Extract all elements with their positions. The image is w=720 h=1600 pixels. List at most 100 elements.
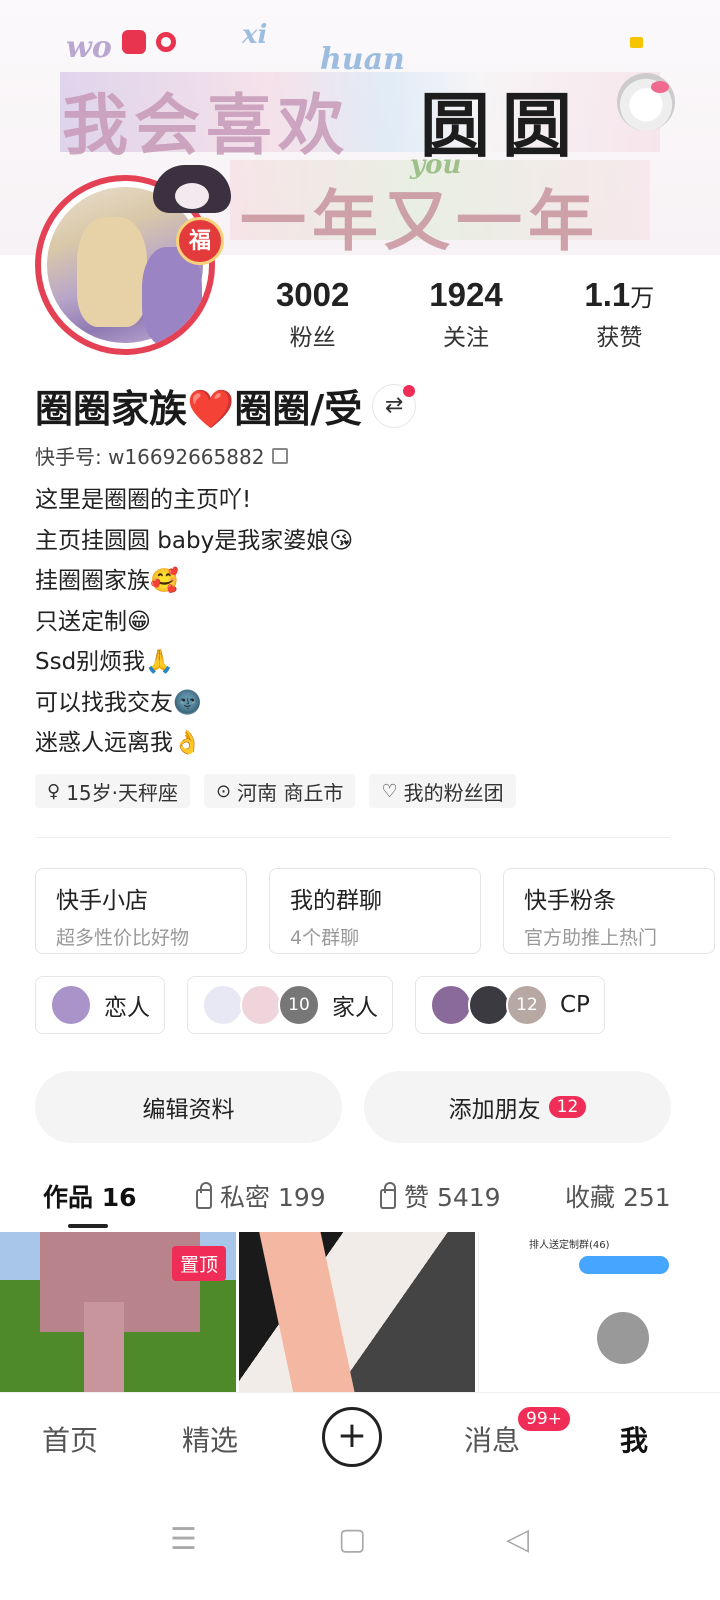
- banner-pinyin-xi: xi: [242, 20, 268, 50]
- relation-cp[interactable]: 12 CP: [415, 976, 605, 1034]
- content-tabs: 作品 16 私密 199 赞 5419 收藏 251: [0, 1168, 720, 1232]
- edit-profile-button[interactable]: 编辑资料: [35, 1071, 342, 1143]
- tag-age-zodiac[interactable]: ♀ 15岁·天秤座: [35, 774, 190, 808]
- profile-bio: 这里是圈圈的主页吖! 主页挂圆圆 baby是我家婆娘😘 挂圈圈家族🥰 只送定制😁…: [35, 480, 353, 764]
- bio-line: 这里是圈圈的主页吖!: [35, 487, 252, 513]
- banner-text-line1: 我会喜欢: [62, 86, 350, 164]
- card-subtitle: 4个群聊: [290, 927, 360, 949]
- work-thumbnail[interactable]: [239, 1232, 475, 1392]
- messages-badge: 99+: [516, 1405, 572, 1433]
- tag-fan-group[interactable]: ♡ 我的粉丝团: [369, 774, 516, 808]
- stat-likes[interactable]: 1.1万 获赞: [549, 276, 689, 352]
- stat-following-label: 关注: [442, 325, 489, 351]
- home-icon[interactable]: ▢: [338, 1522, 366, 1557]
- pinned-badge: 置顶: [171, 1246, 226, 1281]
- tab-indicator: [68, 1224, 108, 1228]
- profile-tags: ♀ 15岁·天秤座 ⊙ 河南 商丘市 ♡ 我的粉丝团: [35, 774, 516, 808]
- create-button[interactable]: +: [322, 1407, 382, 1467]
- gender-icon: ♀: [47, 780, 61, 802]
- battery-icon: [630, 37, 643, 48]
- card-subtitle: 官方助推上热门: [524, 927, 658, 949]
- card-kuaishou-shop[interactable]: 快手小店 超多性价比好物: [35, 868, 247, 954]
- menu-icon[interactable]: ☰: [170, 1522, 197, 1557]
- card-group-chats[interactable]: 我的群聊 4个群聊: [269, 868, 481, 954]
- tab-favorites[interactable]: 收藏 251: [565, 1178, 670, 1214]
- card-title: 快手粉条: [524, 888, 616, 914]
- kuaishou-id-text: 快手号: w16692665882: [35, 445, 265, 469]
- profile-name-row: 圈圈家族❤️圈圈/受 ⇄: [35, 378, 417, 433]
- avatar[interactable]: 福: [33, 165, 231, 365]
- hello-kitty-sticker: [617, 73, 675, 131]
- works-grid: 置顶 排人送定制群(46): [0, 1232, 720, 1392]
- tag-location[interactable]: ⊙ 河南 商丘市: [204, 774, 356, 808]
- add-friend-button[interactable]: 添加朋友 12: [364, 1071, 671, 1143]
- banner-text-line2: 一年又一年: [240, 182, 600, 255]
- profile-actions: 编辑资料 添加朋友 12: [35, 1071, 671, 1143]
- lock-icon: [380, 1182, 396, 1209]
- bottom-navigation: 首页 精选 + 消息 99+ 我: [0, 1392, 720, 1484]
- relation-lover[interactable]: 恋人: [35, 976, 165, 1034]
- bio-line: Ssd别烦我🙏: [35, 649, 174, 675]
- stat-followers[interactable]: 3002 粉丝: [243, 276, 383, 352]
- avatar-count: 12: [506, 984, 548, 1026]
- app-notification-icon: [122, 30, 146, 54]
- avatar: [202, 984, 244, 1026]
- stat-likes-label: 获赞: [596, 325, 643, 351]
- swap-notification-dot: [403, 384, 416, 397]
- bio-line: 可以找我交友🌚: [35, 689, 202, 716]
- system-navigation-bar: ☰ ▢ ◁: [0, 1484, 720, 1600]
- bio-line: 挂圈圈家族🥰: [35, 568, 179, 594]
- card-promotion[interactable]: 快手粉条 官方助推上热门: [503, 868, 715, 954]
- bio-line: 主页挂圆圆 baby是我家婆娘😘: [35, 527, 354, 554]
- stat-followers-label: 粉丝: [289, 325, 336, 351]
- tab-label: 收藏 251: [565, 1183, 670, 1212]
- edit-profile-label: 编辑资料: [142, 1097, 235, 1123]
- tab-works[interactable]: 作品 16: [43, 1178, 137, 1214]
- switch-account-button[interactable]: ⇄: [372, 383, 417, 428]
- add-friend-label: 添加朋友: [448, 1097, 541, 1123]
- chat-title: 排人送定制群(46): [529, 1240, 610, 1251]
- stat-likes-unit: 万: [630, 285, 655, 312]
- stat-following[interactable]: 1924 关注: [396, 276, 536, 352]
- relation-label: 恋人: [104, 995, 150, 1021]
- profile-stats: 3002 粉丝 1924 关注 1.1万 获赞: [236, 276, 696, 352]
- feature-cards: 快手小店 超多性价比好物 我的群聊 4个群聊 快手粉条 官方助推上热门: [35, 868, 715, 954]
- relation-label: 家人: [332, 995, 378, 1021]
- qr-code-icon[interactable]: [272, 447, 289, 464]
- work-thumbnail[interactable]: 置顶: [0, 1232, 236, 1392]
- nav-home[interactable]: 首页: [42, 1419, 98, 1459]
- card-subtitle: 超多性价比好物: [56, 927, 190, 949]
- fu-badge: 福: [176, 217, 224, 265]
- nav-featured[interactable]: 精选: [182, 1419, 238, 1459]
- tab-label: 赞 5419: [404, 1183, 501, 1212]
- banner-pinyin-wo: wo: [66, 30, 112, 65]
- lock-icon: [196, 1182, 212, 1209]
- add-friend-badge: 12: [548, 1096, 587, 1118]
- tab-private[interactable]: 私密 199: [196, 1178, 326, 1214]
- kuromi-decoration: [153, 165, 231, 213]
- avatar: [240, 984, 282, 1026]
- record-icon: [156, 32, 176, 52]
- avatar: [430, 984, 472, 1026]
- nav-me[interactable]: 我: [620, 1419, 648, 1459]
- avatar: [50, 984, 92, 1026]
- relation-family[interactable]: 10 家人: [187, 976, 393, 1034]
- location-icon: ⊙: [216, 780, 232, 802]
- nav-messages[interactable]: 消息: [464, 1419, 520, 1459]
- stat-followers-value: 3002: [275, 276, 350, 313]
- avatar: [468, 984, 510, 1026]
- card-title: 我的群聊: [290, 888, 382, 914]
- tag-label: 我的粉丝团: [403, 780, 504, 805]
- work-thumbnail[interactable]: 排人送定制群(46): [478, 1232, 714, 1392]
- bio-line: 迷惑人远离我👌: [35, 730, 202, 756]
- status-icons: [122, 30, 176, 54]
- tab-label: 作品 16: [43, 1183, 137, 1212]
- tab-liked[interactable]: 赞 5419: [380, 1178, 501, 1214]
- bio-line: 只送定制😁: [35, 608, 151, 635]
- swap-icon: ⇄: [384, 392, 404, 418]
- heart-icon: ♡: [381, 780, 398, 802]
- back-icon[interactable]: ◁: [506, 1522, 529, 1557]
- stat-likes-value: 1.1: [584, 276, 631, 313]
- profile-name: 圈圈家族❤️圈圈/受: [35, 387, 363, 431]
- kuaishou-id[interactable]: 快手号: w16692665882: [35, 441, 289, 470]
